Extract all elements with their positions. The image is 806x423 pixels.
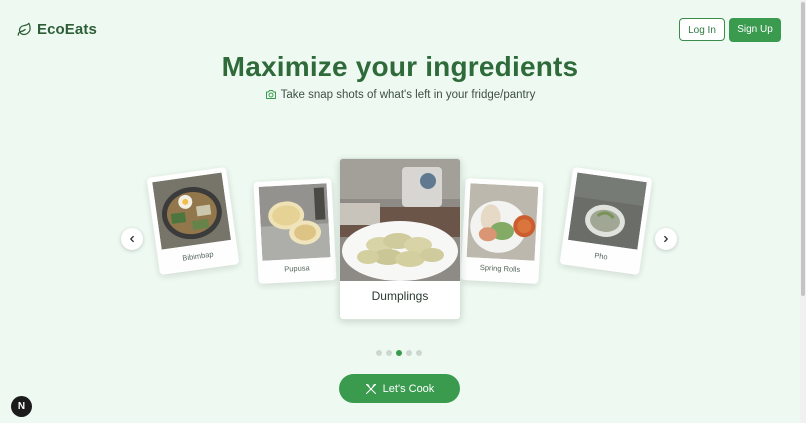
chevron-left-icon bbox=[130, 235, 134, 243]
dumplings-image bbox=[340, 159, 460, 281]
page-subtitle-text: Take snap shots of what's left in your f… bbox=[280, 89, 536, 101]
pho-image bbox=[568, 172, 647, 250]
utensils-icon bbox=[365, 383, 376, 394]
card-label: Spring Rolls bbox=[479, 262, 521, 275]
carousel-card-bibimbap[interactable]: Bibimbap bbox=[146, 166, 240, 276]
carousel-card-pupusa[interactable]: Pupusa bbox=[253, 178, 337, 284]
signup-button[interactable]: Sign Up bbox=[729, 18, 781, 42]
login-button[interactable]: Log In bbox=[679, 18, 725, 41]
card-label: Bibimbap bbox=[181, 249, 215, 263]
carousel-prev-button[interactable] bbox=[121, 228, 143, 250]
card-label: Dumplings bbox=[371, 289, 429, 303]
carousel-dot-2[interactable] bbox=[386, 350, 392, 356]
carousel-dot-5[interactable] bbox=[416, 350, 422, 356]
carousel-dot-3-active[interactable] bbox=[396, 350, 402, 356]
chevron-right-icon bbox=[664, 235, 668, 243]
carousel-next-button[interactable] bbox=[655, 228, 677, 250]
carousel-card-spring-rolls[interactable]: Spring Rolls bbox=[460, 178, 544, 284]
dev-tools-badge[interactable]: N bbox=[11, 396, 32, 417]
scrollbar-thumb[interactable] bbox=[801, 2, 805, 296]
carousel-dot-1[interactable] bbox=[376, 350, 382, 356]
carousel-pagination bbox=[376, 350, 422, 356]
card-label: Pupusa bbox=[284, 263, 310, 274]
brand-logo[interactable]: EcoEats bbox=[17, 21, 97, 38]
pupusa-image bbox=[258, 183, 331, 261]
carousel-card-pho[interactable]: Pho bbox=[559, 166, 653, 276]
page-title: Maximize your ingredients bbox=[221, 51, 579, 82]
carousel-dot-4[interactable] bbox=[406, 350, 412, 356]
page-scrollbar[interactable] bbox=[800, 0, 806, 423]
camera-icon bbox=[265, 89, 277, 103]
brand-name: EcoEats bbox=[37, 21, 97, 38]
bibimbap-image bbox=[152, 172, 231, 250]
card-label: Pho bbox=[593, 250, 609, 262]
spring-rolls-image bbox=[466, 183, 539, 261]
page-subtitle: Take snap shots of what's left in your f… bbox=[0, 89, 800, 103]
carousel-card-dumplings[interactable]: Dumplings bbox=[339, 158, 461, 320]
lets-cook-label: Let's Cook bbox=[382, 382, 435, 395]
leaf-icon bbox=[17, 22, 32, 37]
lets-cook-button[interactable]: Let's Cook bbox=[339, 374, 460, 403]
